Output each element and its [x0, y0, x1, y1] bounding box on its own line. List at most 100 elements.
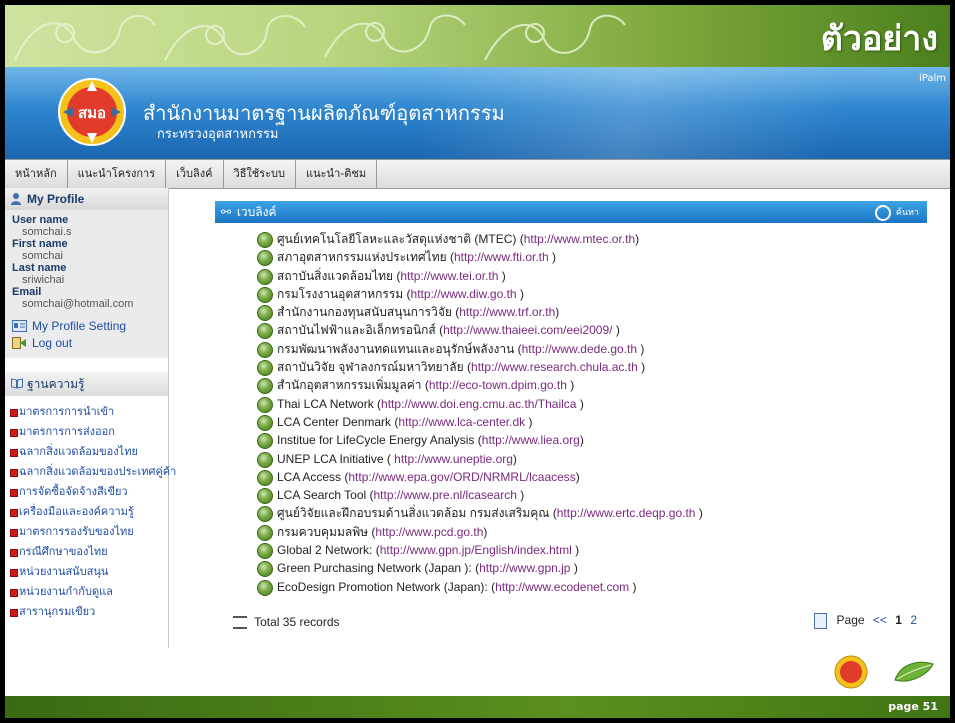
- weblink-url[interactable]: http://www.dede.go.th: [522, 342, 637, 356]
- globe-icon: [257, 524, 273, 541]
- kb-item-support-agencies[interactable]: หน่วยงานสนับสนุน: [9, 562, 168, 582]
- logo-text: สมอ: [78, 104, 106, 122]
- org-ministry: กระทรวงอุตสาหกรรม: [157, 127, 279, 142]
- book-icon: [11, 378, 23, 389]
- user-name-label: User name: [12, 214, 69, 226]
- kb-item-regulatory-agencies[interactable]: หน่วยงานกำกับดูแล: [9, 582, 168, 602]
- weblink-item: UNEP LCA Initiative ( http://www.uneptie…: [257, 450, 927, 468]
- knowledge-base-list: มาตรการการนำเข้า มาตรการการส่งออก ฉลากสิ…: [5, 396, 176, 622]
- weblink-item: LCA Search Tool (http://www.pre.nl/lcase…: [257, 486, 927, 505]
- weblink-name: Institue for LifeCycle Energy Analysis (: [277, 433, 482, 448]
- search-button[interactable]: ค้นหา: [874, 202, 919, 224]
- weblink-url[interactable]: http://www.mtec.or.th: [524, 232, 635, 246]
- slide-frame: ตัวอย่าง สมอ สำนักงานมาตรฐานผลิตภัณฑ์อุต…: [0, 0, 955, 723]
- weblink-item: LCA Access (http://www.epa.gov/ORD/NRMRL…: [257, 468, 927, 486]
- weblink-url[interactable]: http://www.liea.org: [482, 433, 580, 447]
- weblink-url[interactable]: http://www.epa.gov/ORD/NRMRL/lcaacess: [348, 470, 575, 484]
- profile-setting-link[interactable]: My Profile Setting: [12, 318, 162, 335]
- weblink-url[interactable]: http://www.lca-center.dk: [398, 415, 525, 429]
- nav-project-intro[interactable]: แนะนำโครงการ: [68, 160, 167, 188]
- weblink-url[interactable]: http://www.gpn.jp/English/index.html: [380, 543, 572, 557]
- weblink-item: กรมโรงงานอุตสาหกรรม (http://www.diw.go.t…: [257, 285, 927, 303]
- weblink-name: สถาบันวิจัย จุฬาลงกรณ์มหาวิทยาลัย (: [277, 360, 472, 375]
- logout-icon: [12, 337, 26, 349]
- weblink-tail: ): [483, 524, 488, 539]
- logout-link[interactable]: Log out: [12, 335, 162, 352]
- weblink-url[interactable]: http://www.trf.or.th: [459, 305, 555, 319]
- weblink-url[interactable]: http://www.pcd.go.th: [375, 525, 483, 539]
- kb-item-thai-support-measures[interactable]: มาตรการรองรับของไทย: [9, 522, 168, 542]
- profile-details: User name somchai.s First name somchai L…: [5, 210, 168, 358]
- page-prev[interactable]: <<: [873, 613, 887, 627]
- weblink-tail: ): [566, 378, 575, 393]
- kb-item-thai-ecolabel[interactable]: ฉลากสิ่งแวดล้อมของไทย: [9, 442, 168, 462]
- weblink-url[interactable]: http://www.pre.nl/lcasearch: [374, 488, 517, 502]
- bottom-logos: [5, 648, 950, 696]
- kb-item-thai-case-studies[interactable]: กรณีศึกษาของไทย: [9, 542, 168, 562]
- nav-feedback[interactable]: แนะนำ-ติชม: [296, 160, 378, 188]
- globe-icon: [257, 378, 273, 395]
- weblink-url[interactable]: http://www.research.chula.ac.th: [471, 360, 638, 374]
- kb-item-green-encyclopedia[interactable]: สารานุกรมเขียว: [9, 602, 168, 622]
- weblink-tail: ): [525, 414, 533, 429]
- page-1[interactable]: 1: [895, 613, 902, 627]
- first-name-value: somchai: [22, 250, 63, 262]
- weblink-url[interactable]: http://www.doi.eng.cmu.ac.th/Thailca: [381, 397, 576, 411]
- email-label: Email: [12, 286, 42, 298]
- last-name-value: sriwichai: [22, 274, 65, 286]
- list-icon: [233, 616, 247, 630]
- last-name-label: Last name: [12, 262, 67, 274]
- page-number: page 51: [888, 700, 938, 713]
- page-2[interactable]: 2: [910, 613, 917, 627]
- kb-item-tools-knowledge[interactable]: เครื่องมือและองค์ความรู้: [9, 502, 168, 522]
- ipalm-label: iPalm: [918, 73, 946, 84]
- weblink-url[interactable]: http://www.gpn.jp: [479, 561, 570, 575]
- weblink-name: Global 2 Network: (: [277, 543, 380, 558]
- profile-title: My Profile: [27, 192, 85, 206]
- weblink-item: LCA Center Denmark (http://www.lca-cente…: [257, 413, 927, 431]
- globe-icon: [257, 396, 273, 413]
- kb-item-green-procurement[interactable]: การจัดซื้อจัดจ้างสีเขียว: [9, 482, 168, 502]
- globe-icon: [257, 469, 273, 486]
- globe-icon: [257, 232, 273, 248]
- weblink-url[interactable]: http://www.uneptie.org: [394, 452, 513, 466]
- search-icon: [874, 204, 891, 221]
- kb-item-import-measures[interactable]: มาตรการการนำเข้า: [9, 402, 168, 422]
- globe-icon: [257, 488, 273, 505]
- weblink-url[interactable]: http://eco-town.dpim.go.th: [429, 378, 567, 392]
- nav-home[interactable]: หน้าหลัก: [5, 160, 68, 188]
- total-records-label: Total 35 records: [254, 615, 340, 629]
- profile-header: My Profile: [5, 188, 168, 210]
- weblink-tail: ): [498, 268, 506, 283]
- weblink-url[interactable]: http://www.tei.or.th: [400, 269, 498, 283]
- weblinks-title: เวบลิงค์: [236, 205, 277, 219]
- weblink-tail: ): [512, 451, 517, 466]
- globe-icon: [257, 323, 273, 340]
- weblink-name: กรมพัฒนาพลังงานทดแทนและอนุรักษ์พลังงาน (: [277, 341, 522, 356]
- globe-icon: [257, 268, 273, 285]
- weblink-item: กรมพัฒนาพลังงานทดแทนและอนุรักษ์พลังงาน (…: [257, 340, 927, 358]
- weblink-item: ศูนย์เทคโนโลยีโลหะและวัสดุแห่งชาติ (MTEC…: [257, 230, 927, 248]
- weblink-name: สำนักงานกองทุนสนับสนุนการวิจัย (: [277, 305, 460, 320]
- slide: ตัวอย่าง สมอ สำนักงานมาตรฐานผลิตภัณฑ์อุต…: [5, 5, 950, 718]
- weblink-tail: ): [612, 323, 620, 338]
- weblink-url[interactable]: http://www.diw.go.th: [411, 287, 517, 301]
- top-banner: ตัวอย่าง: [5, 5, 950, 67]
- weblink-url[interactable]: http://www.ecodenet.com: [495, 580, 629, 594]
- weblink-tail: ): [516, 286, 524, 301]
- weblink-url[interactable]: http://www.thaieei.com/eei2009/: [443, 323, 612, 337]
- weblink-item: สำนักอุตสาหกรรมเพิ่มมูลค่า (http://eco-t…: [257, 376, 927, 395]
- weblink-tail: ): [635, 232, 640, 246]
- weblink-name: LCA Search Tool (: [277, 488, 374, 503]
- weblink-url[interactable]: http://www.ertc.deqp.go.th: [557, 506, 696, 520]
- slide-footer: page 51: [5, 696, 950, 718]
- kb-item-partner-ecolabel[interactable]: ฉลากสิ่งแวดล้อมของประเทศคู่ค้า: [9, 462, 176, 482]
- weblink-url[interactable]: http://www.fti.or.th: [454, 250, 549, 264]
- site-header: สมอ สำนักงานมาตรฐานผลิตภัณฑ์อุตสาหกรรม ก…: [5, 67, 950, 159]
- weblink-tail: ): [575, 469, 580, 484]
- nav-how-to-use[interactable]: วิธีใช้ระบบ: [224, 160, 297, 188]
- weblink-item: ศูนย์วิจัยและฝึกอบรมด้านสิ่งแวดล้อม กรมส…: [257, 504, 927, 523]
- kb-item-export-measures[interactable]: มาตรการการส่งออก: [9, 422, 168, 442]
- weblink-tail: ): [637, 360, 646, 375]
- nav-weblinks[interactable]: เว็บลิงค์: [166, 160, 224, 188]
